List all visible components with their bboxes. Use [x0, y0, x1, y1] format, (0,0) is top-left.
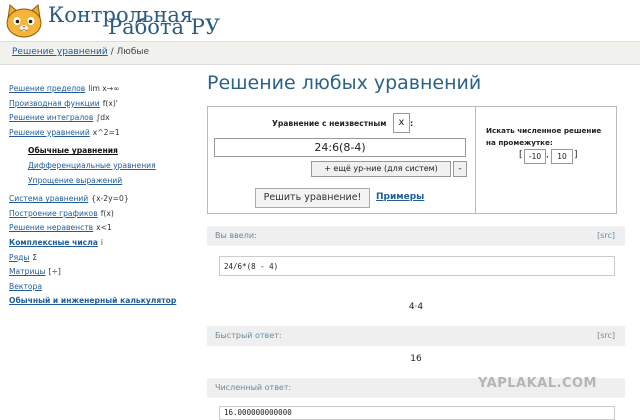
sidebar-item-suffix: i	[100, 237, 103, 247]
numeric-answer-body: 16.000000000000	[207, 398, 625, 420]
sidebar-item-system[interactable]: Система уравнений {x-2y=0}	[9, 192, 199, 207]
sidebar-item-label[interactable]: Обычный и инженерный калькулятор	[9, 296, 176, 305]
equation-label: Уравнение с неизвестным	[272, 119, 387, 128]
range-from-input[interactable]: -10	[524, 149, 546, 164]
input-result-title: Вы ввели:	[215, 231, 257, 240]
range-to-input[interactable]: 10	[551, 149, 573, 164]
sidebar-item-label[interactable]: Комплексные числа	[9, 238, 98, 247]
sidebar-item-label[interactable]: Построение графиков	[9, 209, 98, 218]
breadcrumb-bar: Решение уравнений / Любые	[0, 41, 640, 65]
sidebar-item-graphs[interactable]: Построение графиков f(x)	[9, 207, 199, 222]
sidebar-item-label[interactable]: Система уравнений	[9, 194, 88, 203]
equation-input[interactable]: 24:6(8-4)	[214, 138, 466, 157]
sidebar-item-inequalities[interactable]: Решение неравенств x<1	[9, 221, 199, 236]
sidebar-item-complex[interactable]: Комплексные числа i	[9, 236, 199, 251]
sidebar-item-suffix: [÷]	[48, 267, 61, 277]
sidebar-item-calculator[interactable]: Обычный и инженерный калькулятор	[9, 294, 199, 309]
input-result-body: 24/6*(8 - 4) 4·4	[207, 246, 625, 326]
breadcrumb-link-equations[interactable]: Решение уравнений	[12, 47, 108, 57]
sidebar-item-equations[interactable]: Решение уравнений x^2=1	[9, 126, 199, 141]
examples-link[interactable]: Примеры	[376, 192, 424, 202]
sidebar-item-suffix: Σ	[32, 252, 38, 262]
variable-colon: :	[410, 119, 414, 128]
sidebar-item-series[interactable]: Ряды Σ	[9, 251, 199, 266]
sidebar-item-suffix: {x-2y=0}	[91, 194, 129, 204]
quick-answer-title: Быстрый ответ:	[215, 331, 282, 340]
cat-logo-icon[interactable]	[4, 4, 44, 38]
variable-input[interactable]: x	[393, 113, 410, 133]
watermark-text: YAPLAKAL.COM	[478, 376, 597, 391]
breadcrumb-separator: /	[110, 47, 114, 57]
sidebar-subitem-label[interactable]: Упрощение выражений	[28, 176, 122, 185]
quick-answer-value: 16	[410, 354, 422, 364]
sidebar-item-suffix: x^2=1	[92, 127, 120, 137]
brand-line-2[interactable]: Работа РУ	[108, 15, 220, 39]
sidebar-item-label[interactable]: Решение уравнений	[9, 128, 90, 137]
range-close-bracket: ]	[574, 150, 578, 160]
sidebar-item-label[interactable]: Производная функции	[9, 99, 100, 108]
sidebar-item-suffix: ∫dx	[96, 113, 110, 123]
sidebar-subitem-ordinary[interactable]: Обычные уравнения	[28, 144, 199, 159]
sidebar-item-label[interactable]: Решение неравенств	[9, 223, 93, 232]
sidebar-item-limits[interactable]: Решение пределов lim x→∞	[9, 82, 199, 97]
range-open-bracket: [	[519, 150, 523, 160]
input-src-link[interactable]: [src]	[597, 231, 615, 240]
sidebar-subitem-simplify[interactable]: Упрощение выражений	[28, 174, 199, 189]
sidebar-nav: Решение пределов lim x→∞ Производная функ…	[9, 82, 199, 309]
sidebar-subitem-label[interactable]: Дифференциальные уравнения	[28, 161, 156, 170]
numeric-answer-value[interactable]: 16.000000000000	[219, 406, 615, 420]
breadcrumb: Решение уравнений / Любые	[12, 47, 149, 57]
sidebar-item-suffix: f(x)'	[102, 98, 118, 108]
sidebar-item-label[interactable]: Матрицы	[9, 267, 46, 276]
add-equation-button[interactable]: + ещё ур-ние (для систем)	[311, 161, 451, 177]
range-label: Искать численное решение на промежутке:	[486, 126, 602, 147]
sidebar-subitem-differential[interactable]: Дифференциальные уравнения	[28, 159, 199, 174]
remove-equation-button[interactable]: -	[453, 161, 467, 177]
sidebar-item-label[interactable]: Вектора	[9, 282, 42, 291]
sidebar-item-matrices[interactable]: Матрицы [÷]	[9, 265, 199, 280]
equation-form: Уравнение с неизвестным x : 24:6(8-4) + …	[207, 106, 476, 214]
sidebar-item-label[interactable]: Ряды	[9, 253, 29, 262]
input-code-box[interactable]: 24/6*(8 - 4)	[219, 256, 615, 276]
breadcrumb-current: Любые	[116, 47, 150, 57]
sidebar-item-derivative[interactable]: Производная функции f(x)'	[9, 97, 199, 112]
range-comma: ,	[546, 150, 549, 160]
sidebar-item-suffix: x<1	[96, 223, 112, 233]
sidebar-item-integrals[interactable]: Решение интегралов ∫dx	[9, 111, 199, 126]
input-pretty-value: 4·4	[408, 302, 424, 312]
quick-answer-header: Быстрый ответ: [src]	[207, 326, 625, 346]
sidebar-item-vectors[interactable]: Вектора	[9, 280, 199, 295]
quick-answer-body: 16	[207, 346, 625, 378]
site-header: Контрольная Работа РУ	[0, 0, 640, 40]
solve-button[interactable]: Решить уравнение!	[255, 188, 370, 208]
quick-src-link[interactable]: [src]	[597, 331, 615, 340]
page-title: Решение любых уравнений	[207, 72, 482, 94]
numeric-answer-title: Численный ответ:	[215, 383, 292, 392]
sidebar-item-suffix: lim x→∞	[88, 84, 120, 93]
sidebar-item-label[interactable]: Решение пределов	[9, 84, 85, 93]
input-result-header: Вы ввели: [src]	[207, 226, 625, 246]
numeric-range-panel: Искать численное решение на промежутке: …	[475, 106, 617, 214]
sidebar-item-suffix: f(x)	[100, 208, 114, 218]
sidebar-subitem-label[interactable]: Обычные уравнения	[28, 146, 118, 155]
sidebar-item-label[interactable]: Решение интегралов	[9, 113, 93, 122]
